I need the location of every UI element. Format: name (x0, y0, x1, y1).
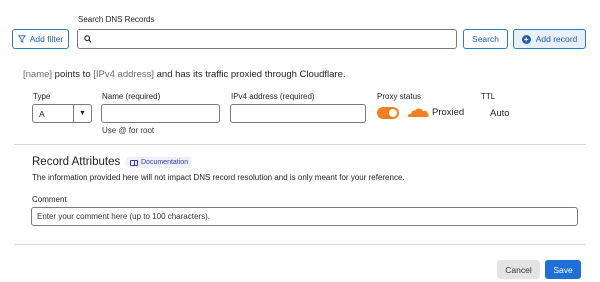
proxy-toggle[interactable] (377, 107, 399, 119)
ttl-value: Auto (490, 108, 510, 119)
ipv4-label: IPv4 address (required) (231, 92, 315, 101)
chevron-down-icon[interactable]: ▼ (73, 105, 91, 122)
footer-divider (14, 244, 586, 245)
type-value: A (39, 108, 45, 119)
type-select[interactable]: A ▼ (32, 104, 92, 123)
documentation-label: Documentation (141, 159, 189, 166)
book-icon (130, 159, 138, 166)
summary-name-placeholder: [name] (23, 69, 53, 80)
cloud-icon (407, 108, 429, 117)
toggle-knob (389, 109, 397, 117)
name-hint: Use @ for root (102, 126, 155, 135)
cancel-button[interactable]: Cancel (497, 260, 540, 279)
save-button[interactable]: Save (545, 260, 581, 279)
proxy-status-label: Proxy status (377, 92, 422, 101)
name-label: Name (required) (102, 92, 161, 101)
add-record-button[interactable]: + Add record (513, 29, 586, 49)
record-summary: [name] points to [IPv4 address] and has … (23, 69, 346, 80)
record-attributes-title: Record Attributes (32, 156, 121, 168)
documentation-link[interactable]: Documentation (126, 157, 193, 168)
plus-circle-icon: + (521, 34, 531, 44)
ttl-label: TTL (481, 92, 496, 101)
add-filter-button[interactable]: Add filter (12, 29, 69, 49)
summary-rest: and has its traffic proxied through Clou… (153, 69, 346, 80)
search-dns-label: Search DNS Records (78, 15, 155, 24)
search-button[interactable]: Search (463, 29, 508, 49)
proxy-status-value: Proxied (432, 107, 465, 118)
section-divider (14, 144, 586, 145)
add-record-label: Add record (535, 34, 578, 44)
comment-placeholder: Enter your comment here (up to 100 chara… (37, 212, 210, 221)
comment-input[interactable]: Enter your comment here (up to 100 chara… (31, 207, 578, 226)
search-icon (84, 35, 92, 43)
ipv4-input[interactable] (230, 104, 366, 123)
name-input[interactable] (101, 104, 220, 123)
summary-points-to: points to (52, 69, 94, 80)
filter-icon (17, 35, 26, 43)
type-label: Type (33, 92, 51, 101)
comment-label: Comment (32, 195, 67, 204)
attributes-description: The information provided here will not i… (32, 173, 405, 182)
search-input[interactable] (77, 29, 457, 49)
summary-ipv4-placeholder: [IPv4 address] (93, 69, 154, 80)
add-filter-label: Add filter (29, 34, 64, 44)
